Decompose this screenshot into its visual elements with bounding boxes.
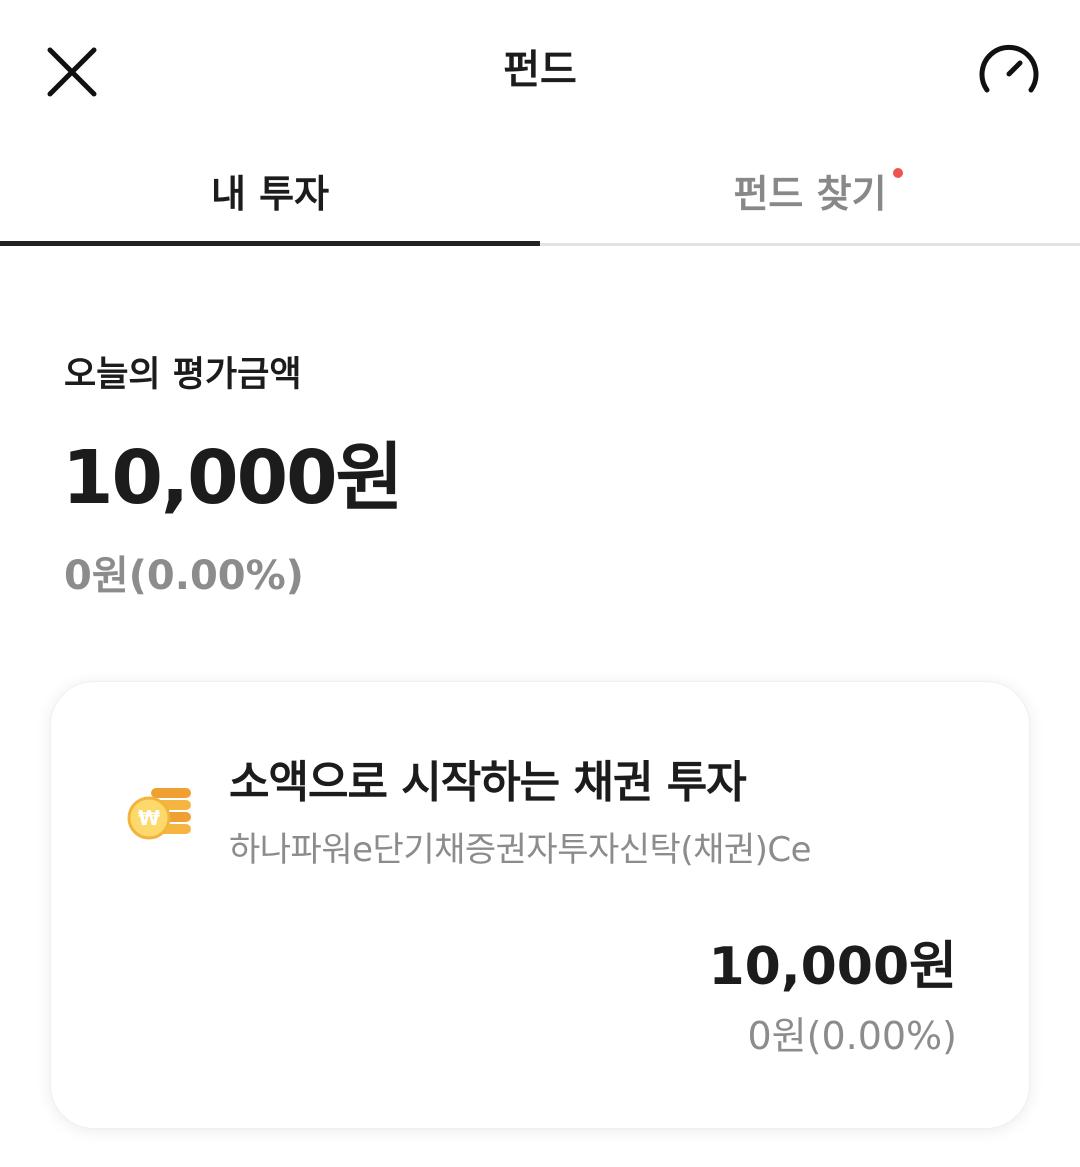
notification-dot [892,168,903,178]
tab-find-fund[interactable]: 펀드 찾기 [540,140,1080,244]
page-title: 펀드 [503,47,577,93]
tab-my-investment-label: 내 투자 [210,172,330,216]
tab-bar: 내 투자 펀드 찾기 [0,140,1080,248]
valuation-label: 오늘의 평가금액 [64,355,302,395]
fund-card-title: 소액으로 시작하는 채권 투자 [229,757,747,808]
tab-active-indicator [0,241,540,246]
tab-my-investment[interactable]: 내 투자 [0,140,540,244]
fund-card-subtitle: 하나파워e단기채증권자투자신탁(채권)Ce [229,830,812,870]
top-bar: 펀드 [0,0,1080,140]
fund-card[interactable]: ₩ 소액으로 시작하는 채권 투자 하나파워e단기채증권자투자신탁(채권)Ce … [50,681,1030,1129]
speedometer-icon [979,44,1039,93]
fund-card-change: 0원(0.00%) [747,1014,957,1058]
coin-stack-icon: ₩ [127,788,191,840]
fund-card-amount: 10,000원 [708,937,957,997]
svg-text:₩: ₩ [138,806,160,830]
valuation-change: 0원(0.00%) [64,553,304,599]
valuation-amount: 10,000원 [62,435,404,521]
speedometer-button[interactable] [974,40,1044,102]
tab-find-fund-label: 펀드 찾기 [733,172,887,216]
